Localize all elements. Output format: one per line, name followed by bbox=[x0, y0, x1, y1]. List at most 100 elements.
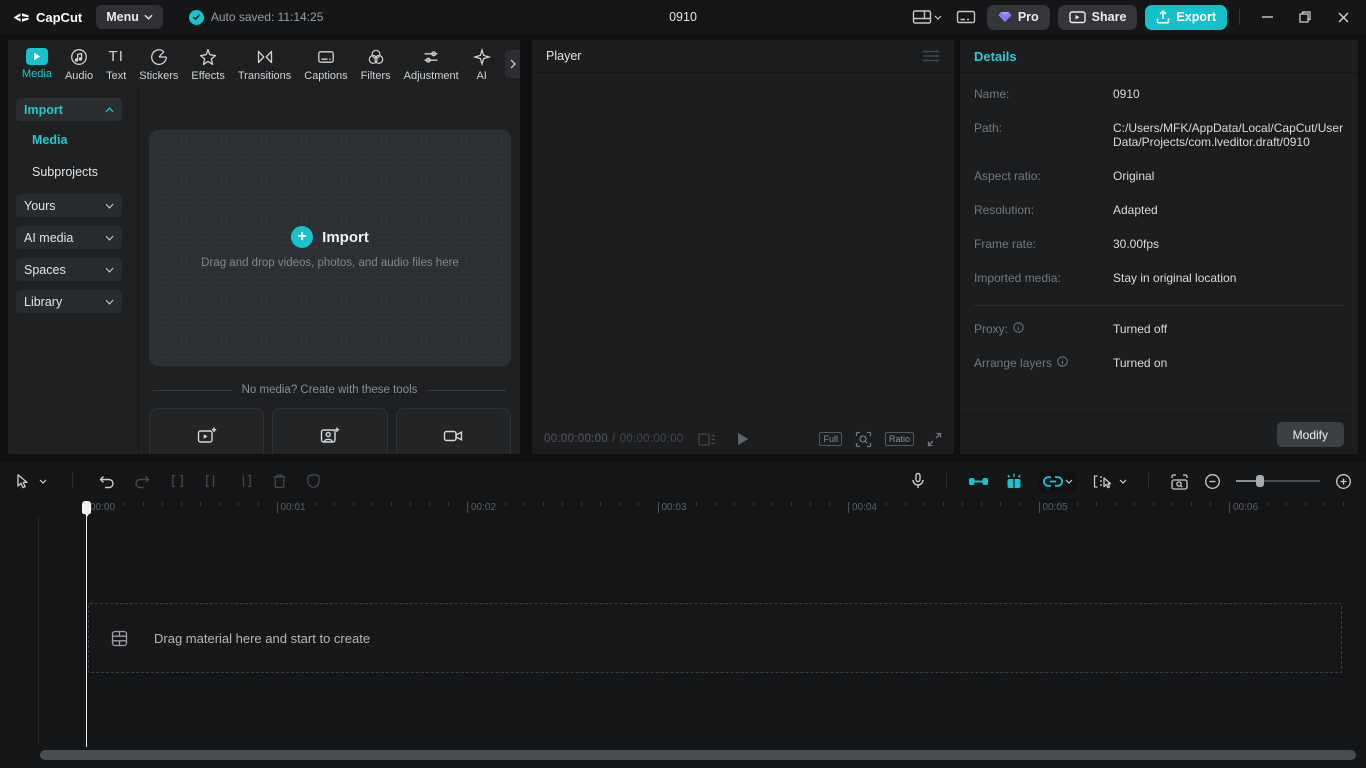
track-seek-dropdown[interactable] bbox=[1119, 479, 1127, 484]
more-tabs-button[interactable] bbox=[505, 50, 520, 78]
media-content-area: + Import Drag and drop videos, photos, a… bbox=[139, 88, 520, 454]
playhead-handle[interactable] bbox=[82, 501, 91, 517]
split-left-button[interactable] bbox=[204, 474, 219, 488]
import-dropzone[interactable]: + Import Drag and drop videos, photos, a… bbox=[149, 130, 511, 366]
sidebar-item-ai-media[interactable]: AI media bbox=[16, 226, 122, 249]
zoom-out-button[interactable] bbox=[1204, 473, 1221, 490]
toolbar-divider bbox=[72, 473, 73, 489]
ai-media-card[interactable]: AI media bbox=[149, 408, 265, 454]
link-dropdown[interactable] bbox=[1065, 479, 1073, 484]
player-menu-button[interactable] bbox=[922, 50, 940, 62]
capcut-logo: CapCut bbox=[12, 10, 82, 25]
toolbar-divider bbox=[1148, 473, 1149, 489]
layout-switch-button[interactable] bbox=[909, 6, 945, 28]
tab-adjustment[interactable]: Adjustment bbox=[404, 47, 459, 82]
undo-button[interactable] bbox=[98, 474, 115, 489]
sidebar-item-library[interactable]: Library bbox=[16, 290, 122, 313]
track-seek-tool-button[interactable] bbox=[1092, 473, 1112, 490]
details-panel: Details Name: 0910 Path: C:/Users/MFK/Ap… bbox=[960, 40, 1358, 454]
playhead-line bbox=[86, 502, 87, 747]
link-clips-toggle[interactable] bbox=[1043, 475, 1063, 488]
chevron-down-icon bbox=[934, 15, 942, 20]
tab-captions[interactable]: Captions bbox=[304, 47, 348, 82]
sidebar-item-media[interactable]: Media bbox=[16, 130, 122, 150]
zoom-in-button[interactable] bbox=[1335, 473, 1352, 490]
caption-view-button[interactable] bbox=[953, 6, 979, 28]
tab-filters[interactable]: Filters bbox=[361, 47, 391, 82]
player-panel: Player 00:00:00:00 / 00:00:00:00 Full Ra… bbox=[532, 40, 954, 454]
player-viewport[interactable] bbox=[532, 73, 954, 424]
split-button[interactable] bbox=[170, 474, 185, 488]
select-tool-dropdown[interactable] bbox=[39, 479, 47, 484]
minimize-button[interactable] bbox=[1252, 5, 1282, 29]
auto-ripple-toggle[interactable] bbox=[1004, 473, 1024, 490]
magnetic-snap-toggle[interactable] bbox=[968, 474, 989, 489]
timeline-zoom-slider[interactable] bbox=[1236, 474, 1320, 488]
voiceover-mic-button[interactable] bbox=[911, 472, 925, 490]
details-title: Details bbox=[974, 48, 1017, 64]
filmstrip-icon bbox=[111, 630, 128, 647]
menu-button[interactable]: Menu bbox=[96, 5, 163, 29]
media-tab-icon bbox=[25, 48, 48, 65]
sparkle-icon bbox=[198, 47, 218, 67]
text-icon: TI bbox=[108, 47, 124, 65]
tab-audio[interactable]: Audio bbox=[65, 47, 93, 82]
ai-avatars-icon bbox=[318, 424, 342, 448]
tab-text[interactable]: TI Text bbox=[106, 47, 126, 82]
timeline-horizontal-scrollbar[interactable] bbox=[40, 750, 1356, 760]
preview-frame-button[interactable] bbox=[1170, 473, 1189, 490]
tab-stickers[interactable]: Stickers bbox=[139, 47, 178, 82]
play-button[interactable] bbox=[737, 432, 749, 446]
restore-window-button[interactable] bbox=[1290, 5, 1320, 29]
info-icon[interactable] bbox=[1013, 322, 1024, 333]
topbar: CapCut Menu Auto saved: 11:14:25 0910 Pr… bbox=[0, 0, 1366, 34]
tab-effects[interactable]: Effects bbox=[191, 47, 225, 82]
timeline-ruler[interactable]: 00:00 00:01 00:02 00:03 00:04 00:05 00:06 bbox=[0, 500, 1366, 517]
ai-avatars-card[interactable]: AI avatars bbox=[272, 408, 388, 454]
info-icon[interactable] bbox=[1057, 356, 1068, 367]
autosave-status: Auto saved: 11:14:25 bbox=[188, 9, 323, 25]
ruler-time-label: 00:06 bbox=[1233, 502, 1259, 513]
share-button[interactable]: Share bbox=[1057, 4, 1138, 30]
record-card[interactable]: Record bbox=[395, 408, 511, 454]
mask-shield-button[interactable] bbox=[306, 473, 321, 489]
ruler-time-label: 00:05 bbox=[1042, 502, 1068, 513]
tab-media[interactable]: Media bbox=[22, 48, 52, 80]
share-button-label: Share bbox=[1091, 10, 1127, 24]
pro-button[interactable]: Pro bbox=[986, 4, 1050, 30]
no-media-divider: No media? Create with these tools bbox=[139, 384, 520, 396]
toolbar-divider bbox=[946, 473, 947, 489]
sidebar-item-yours[interactable]: Yours bbox=[16, 194, 122, 217]
split-right-button[interactable] bbox=[238, 474, 253, 488]
tab-transitions[interactable]: Transitions bbox=[238, 47, 291, 82]
close-button[interactable] bbox=[1328, 5, 1358, 29]
zoom-slider-handle[interactable] bbox=[1256, 475, 1264, 487]
transitions-icon bbox=[255, 47, 275, 67]
detail-row-aspect-ratio: Aspect ratio: Original bbox=[974, 169, 1155, 183]
record-camera-icon bbox=[441, 424, 465, 448]
detail-row-arrange-layers: Arrange layers Turned on bbox=[974, 356, 1168, 370]
export-button[interactable]: Export bbox=[1145, 4, 1227, 30]
topbar-divider bbox=[1239, 9, 1240, 25]
ruler-time-label: 00:01 bbox=[280, 502, 306, 513]
timeline-drop-area[interactable]: Drag material here and start to create bbox=[88, 603, 1342, 673]
tab-ai[interactable]: AI bbox=[472, 47, 492, 82]
delete-button[interactable] bbox=[272, 473, 287, 489]
sidebar-item-subprojects[interactable]: Subprojects bbox=[16, 162, 122, 182]
chevron-down-icon bbox=[105, 203, 114, 209]
detail-row-name: Name: 0910 bbox=[974, 87, 1140, 101]
pro-button-label: Pro bbox=[1017, 10, 1039, 24]
chevron-up-icon bbox=[105, 106, 114, 113]
import-subtitle: Drag and drop videos, photos, and audio … bbox=[201, 257, 459, 269]
import-title: Import bbox=[322, 228, 369, 246]
export-button-label: Export bbox=[1176, 10, 1216, 24]
filters-icon bbox=[366, 47, 386, 67]
sidebar-item-spaces[interactable]: Spaces bbox=[16, 258, 122, 281]
frame-view-icon[interactable] bbox=[698, 432, 716, 446]
redo-button[interactable] bbox=[134, 474, 151, 489]
sidebar-item-import[interactable]: Import bbox=[16, 98, 122, 121]
share-icon bbox=[1068, 10, 1086, 24]
detail-row-resolution: Resolution: Adapted bbox=[974, 203, 1158, 217]
modify-button[interactable]: Modify bbox=[1276, 422, 1344, 447]
select-tool-button[interactable] bbox=[14, 473, 30, 490]
